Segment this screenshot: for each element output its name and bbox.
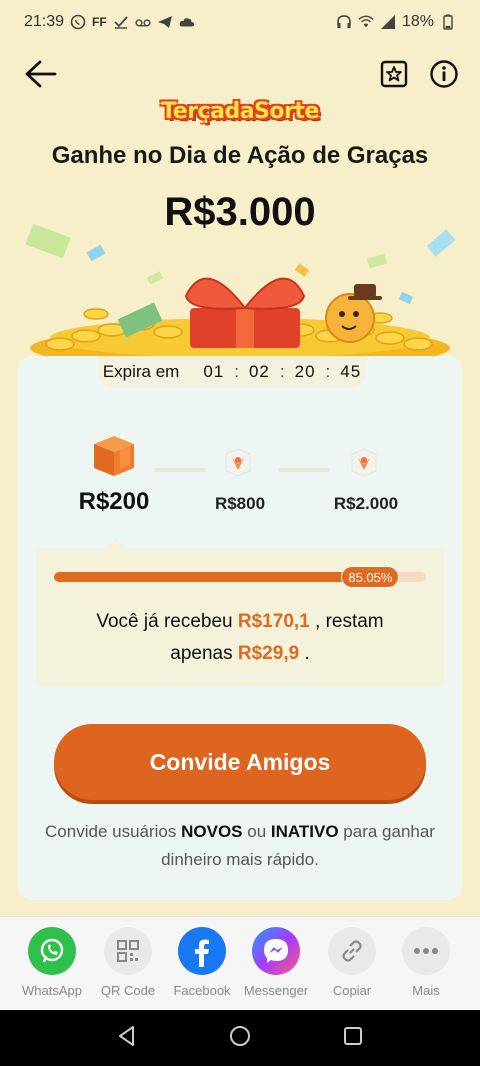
milestone-label: R$800 bbox=[214, 494, 266, 513]
share-label: Facebook bbox=[173, 983, 231, 998]
share-whatsapp[interactable]: WhatsApp bbox=[14, 927, 90, 998]
brand-logo: TerçadaSorte bbox=[161, 98, 319, 124]
milestone-connector bbox=[278, 468, 330, 472]
status-bar: 21:39 FF 18% bbox=[0, 0, 480, 44]
timer-seconds: 20 bbox=[294, 362, 316, 381]
nav-back-button[interactable] bbox=[115, 1024, 139, 1053]
timer-label: Expira em bbox=[102, 362, 180, 381]
received-prefix: Você já recebeu bbox=[96, 611, 238, 632]
nav-home-button[interactable] bbox=[228, 1024, 252, 1053]
battery-icon bbox=[440, 14, 456, 30]
share-label: QR Code bbox=[100, 983, 156, 998]
timer-separator: : bbox=[234, 362, 239, 381]
received-suffix: , restam bbox=[309, 611, 384, 632]
telegram-icon bbox=[157, 14, 173, 30]
share-label: WhatsApp bbox=[22, 983, 82, 998]
countdown-timer: Expira em 01 : 02 : 20 : 45 bbox=[98, 356, 366, 388]
check-icon bbox=[113, 14, 129, 30]
battery-percent: 18% bbox=[401, 13, 434, 30]
page-title: Ganhe no Dia de Ação de Graças bbox=[51, 142, 429, 169]
facebook-icon bbox=[178, 927, 226, 975]
square-recents-icon bbox=[344, 1026, 363, 1045]
share-label: Messenger bbox=[243, 983, 309, 998]
locked-gift-icon bbox=[222, 446, 254, 478]
progress-percent-badge: 85.05% bbox=[341, 566, 400, 588]
voicemail-icon bbox=[135, 14, 151, 30]
triangle-back-icon bbox=[118, 1025, 134, 1046]
remaining-prefix: apenas bbox=[170, 643, 238, 664]
hint-part: Convide usuários bbox=[45, 822, 182, 841]
progress-text: Você já recebeu R$170,1 , restam apenas … bbox=[36, 606, 444, 670]
progress-track: 85.05% bbox=[54, 566, 426, 588]
cloud-icon bbox=[179, 14, 195, 30]
share-qr-code[interactable]: QR Code bbox=[90, 927, 166, 998]
share-copy-link[interactable]: Copiar bbox=[314, 927, 390, 998]
timer-separator: : bbox=[279, 362, 285, 381]
remaining-suffix: . bbox=[299, 643, 310, 664]
qr-code-icon bbox=[104, 927, 152, 975]
hint-part: ou bbox=[242, 822, 271, 841]
share-messenger[interactable]: Messenger bbox=[238, 927, 314, 998]
wifi-icon bbox=[358, 14, 374, 30]
status-time: 21:39 bbox=[24, 13, 65, 30]
hint-bold-new: NOVOS bbox=[181, 822, 243, 841]
timer-frames: 45 bbox=[340, 362, 362, 381]
received-amount: R$170,1 bbox=[237, 611, 310, 632]
messenger-icon bbox=[252, 927, 300, 975]
share-more[interactable]: Mais bbox=[388, 927, 464, 998]
milestone-label: R$200 bbox=[78, 488, 150, 515]
timer-minutes: 02 bbox=[248, 362, 270, 381]
progress-card: 85.05% Você já recebeu R$170,1 , restam … bbox=[36, 538, 444, 686]
whatsapp-icon bbox=[28, 927, 76, 975]
prize-amount: R$3.000 bbox=[164, 190, 316, 234]
timer-hours: 01 bbox=[203, 362, 225, 381]
milestone-track: R$200 R$800 R$2.000 bbox=[18, 430, 462, 530]
share-label: Copiar bbox=[332, 983, 372, 998]
invite-friends-button[interactable]: Convide Amigos bbox=[54, 724, 426, 800]
hint-bold-inactive: INATIVO bbox=[270, 822, 339, 841]
headphones-icon bbox=[336, 14, 352, 30]
more-icon bbox=[402, 927, 450, 975]
system-nav-bar bbox=[0, 1010, 480, 1066]
ff-icon: FF bbox=[92, 15, 107, 29]
invite-hint: Convide usuários NOVOS ou INATIVO para g… bbox=[28, 818, 452, 874]
link-icon bbox=[328, 927, 376, 975]
nav-recents-button[interactable] bbox=[341, 1024, 365, 1053]
share-label: Mais bbox=[412, 983, 440, 998]
progress-fill bbox=[54, 572, 371, 582]
timer-separator: : bbox=[325, 362, 331, 381]
whatsapp-icon bbox=[70, 14, 86, 30]
milestone-connector bbox=[154, 468, 206, 472]
share-bar: WhatsApp QR Code Facebook Messenger Copi… bbox=[0, 916, 480, 1010]
share-facebook[interactable]: Facebook bbox=[164, 927, 240, 998]
circle-home-icon bbox=[229, 1025, 250, 1046]
hero-banner: TerçadaSorte Ganhe no Dia de Ação de Gra… bbox=[0, 86, 480, 366]
locked-gift-icon bbox=[348, 446, 380, 478]
gift-box-icon bbox=[90, 434, 138, 478]
signal-icon bbox=[380, 14, 396, 30]
milestone-label: R$2.000 bbox=[333, 494, 399, 513]
remaining-amount: R$29,9 bbox=[237, 643, 300, 664]
